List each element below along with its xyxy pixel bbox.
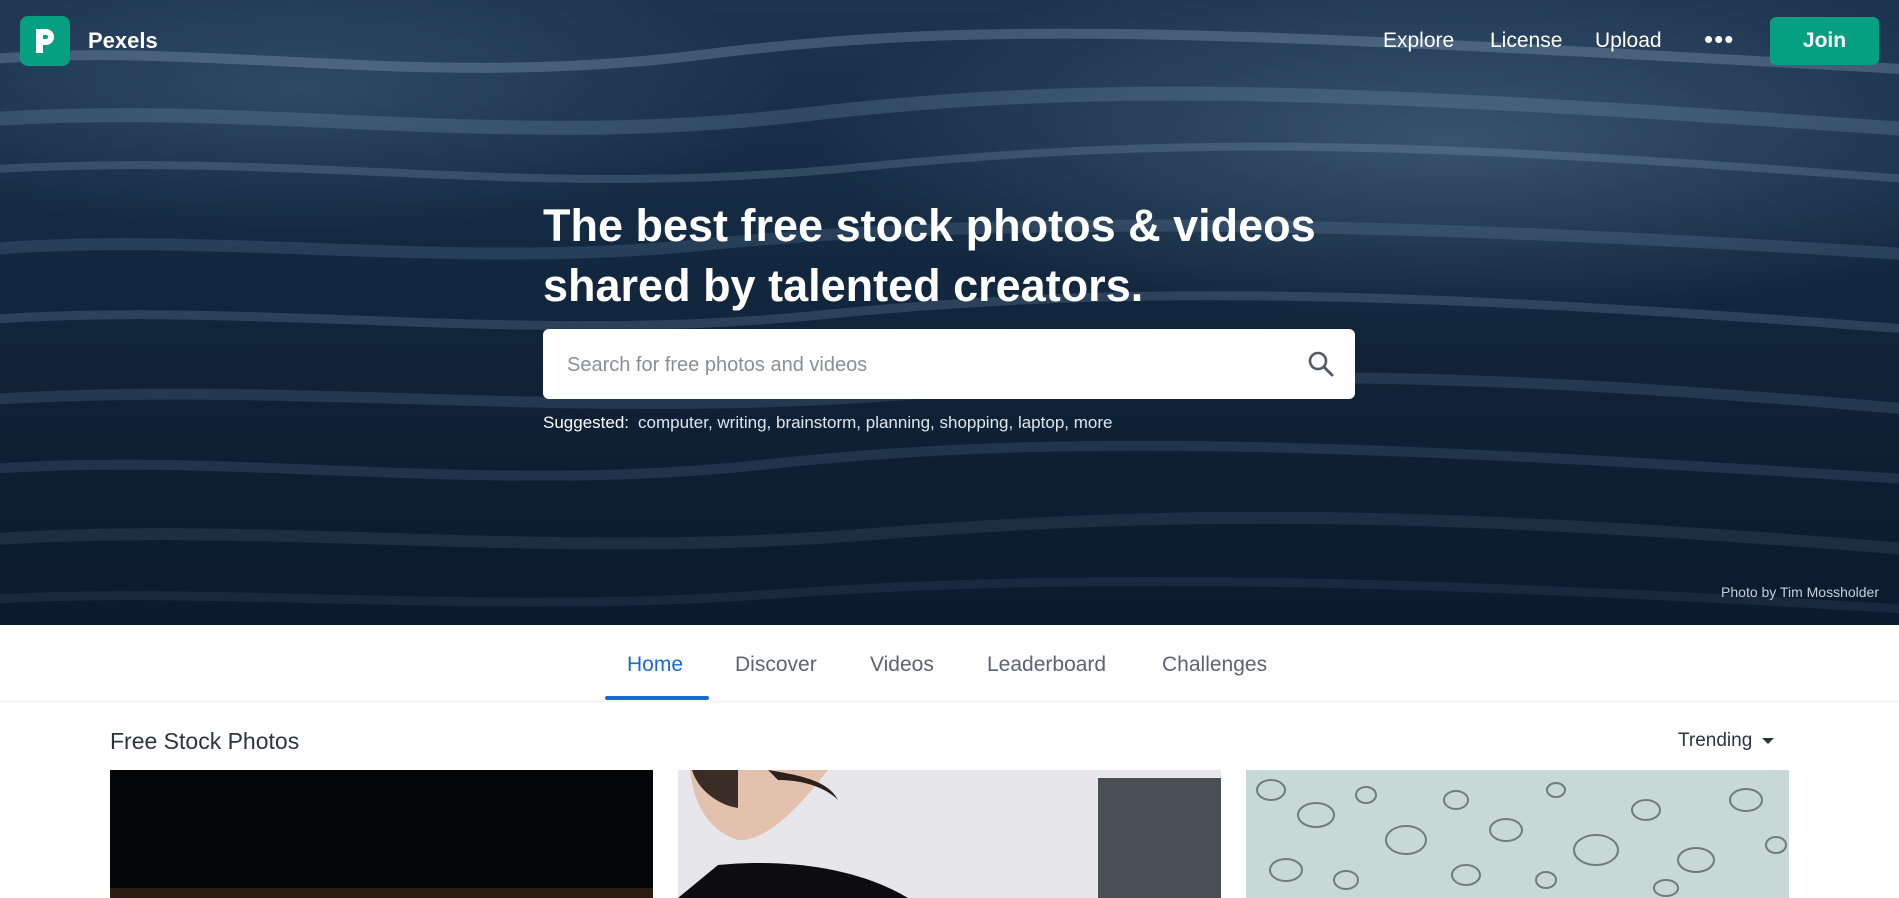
suggested-tag-writing[interactable]: writing <box>717 413 766 432</box>
tab-leaderboard[interactable]: Leaderboard <box>987 653 1106 677</box>
suggested-tag-shopping[interactable]: shopping <box>939 413 1008 432</box>
headline-line-2: shared by talented creators. <box>543 260 1144 311</box>
join-button[interactable]: Join <box>1770 17 1879 65</box>
hero-headline: The best free stock photos & videos shar… <box>543 196 1363 316</box>
suggested-tag-planning[interactable]: planning <box>866 413 930 432</box>
brand-name[interactable]: Pexels <box>88 28 158 54</box>
tab-videos[interactable]: Videos <box>870 653 934 677</box>
search-bar <box>543 329 1355 401</box>
photo-card[interactable] <box>678 770 1221 898</box>
top-navigation: Pexels Explore License Upload ••• Join <box>0 0 1899 84</box>
suggested-tag-laptop[interactable]: laptop <box>1018 413 1064 432</box>
tab-challenges[interactable]: Challenges <box>1162 653 1267 677</box>
tab-discover[interactable]: Discover <box>735 653 817 677</box>
photo-credit[interactable]: Photo by Tim Mossholder <box>1721 584 1879 600</box>
tab-home[interactable]: Home <box>627 653 683 677</box>
pexels-logo-icon[interactable] <box>20 16 70 66</box>
sort-dropdown[interactable]: Trending <box>1678 730 1752 752</box>
suggested-label: Suggested: <box>543 413 630 432</box>
search-input[interactable] <box>565 329 1289 401</box>
headline-line-1: The best free stock photos & videos <box>543 200 1316 251</box>
suggested-tag-brainstorm[interactable]: brainstorm <box>776 413 856 432</box>
search-icon[interactable] <box>1307 350 1335 378</box>
photo-card[interactable] <box>1246 770 1789 898</box>
section-title: Free Stock Photos <box>110 728 300 754</box>
suggested-searches: Suggested: computer, writing, brainstorm,… <box>543 413 1113 432</box>
nav-upload[interactable]: Upload <box>1595 29 1662 53</box>
hero-banner: Pexels Explore License Upload ••• Join T… <box>0 0 1899 625</box>
nav-license[interactable]: License <box>1490 29 1562 53</box>
photo-card[interactable] <box>110 770 653 898</box>
active-tab-indicator <box>605 696 709 700</box>
suggested-tag-computer[interactable]: computer <box>638 413 708 432</box>
more-dots-icon[interactable]: ••• <box>1704 26 1734 52</box>
nav-explore[interactable]: Explore <box>1383 29 1454 53</box>
caret-down-icon[interactable] <box>1762 738 1774 744</box>
suggested-more-link[interactable]: more <box>1074 413 1113 432</box>
section-tabs: Home Discover Videos Leaderboard Challen… <box>0 625 1899 702</box>
